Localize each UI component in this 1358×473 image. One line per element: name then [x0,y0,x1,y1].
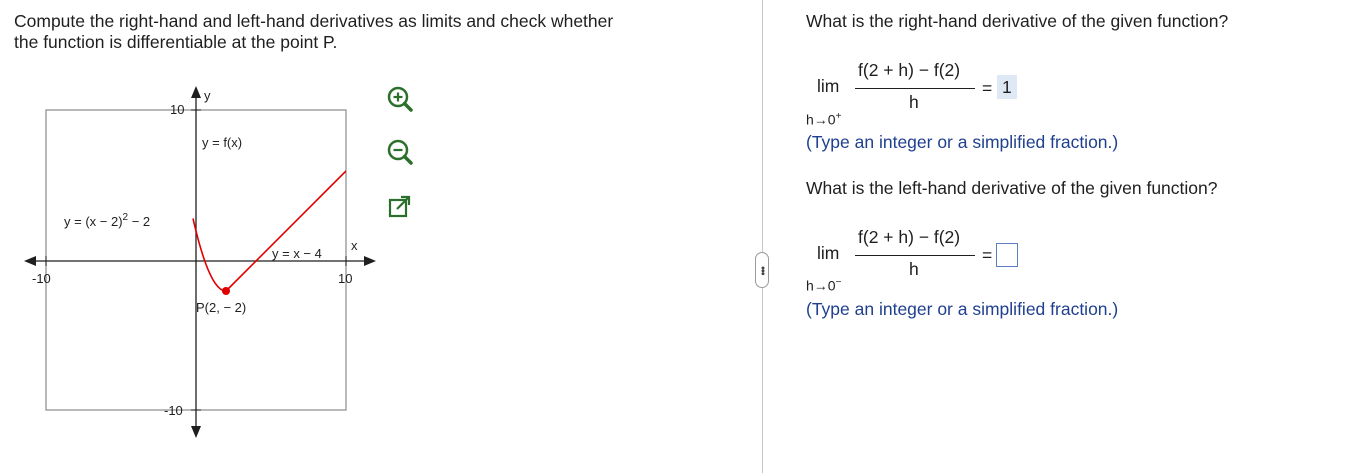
q2-limit-subscript: h→0− [806,277,842,294]
y-axis-label: y [204,88,211,103]
zoom-in-button[interactable] [384,83,416,115]
zoom-in-icon [387,86,413,112]
y-tick-label-max: 10 [170,102,184,117]
prompt-line-2: the function is differentiable at the po… [14,32,338,52]
y-axis-down-arrow [191,426,201,438]
point-p-marker [222,287,230,295]
question-right-hand: What is the right-hand derivative of the… [806,11,1229,31]
curve-label: y = f(x) [202,135,242,150]
q2-answer-input[interactable] [996,243,1018,267]
prompt-line-1: Compute the right-hand and left-hand der… [14,11,614,31]
q1-fraction-bar [855,88,975,89]
question-left-hand: What is the left-hand derivative of the … [806,178,1218,198]
q1-answer-field[interactable]: 1 [997,75,1017,99]
x-axis-left-arrow [24,256,36,266]
x-tick-label-min: -10 [32,271,51,286]
q2-equals: = [982,245,993,265]
parabola-label: y = (x − 2)2 − 2 [64,212,150,229]
x-tick-label-max: 10 [338,271,352,286]
zoom-out-icon [387,139,413,165]
y-tick-label-min: -10 [164,403,183,418]
problem-prompt: Compute the right-hand and left-hand der… [14,11,744,53]
q2-numerator: f(2 + h) − f(2) [858,227,961,247]
linear-curve [225,170,346,292]
q1-hint: (Type an integer or a simplified fractio… [806,132,1119,152]
q1-denominator: h [909,92,919,112]
y-axis-up-arrow [191,86,201,98]
line-label: y = x − 4 [272,246,322,261]
x-axis-label: x [351,238,358,253]
popout-button[interactable] [384,191,416,223]
point-p-label: P(2, − 2) [196,300,246,315]
x-axis-right-arrow [364,256,376,266]
q1-equals: = [982,78,993,98]
graph-svg: -10 10 10 -10 y x y = f(x) y = (x − 2)2 … [24,86,376,438]
q1-numerator: f(2 + h) − f(2) [858,60,961,80]
parabola-curve [192,218,227,292]
q2-lim: lim [817,243,840,263]
right-panel: What is the right-hand derivative of the… [763,0,1358,473]
q2-fraction-bar [855,255,975,256]
q2-hint: (Type an integer or a simplified fractio… [806,299,1119,319]
left-panel: Compute the right-hand and left-hand der… [0,0,762,473]
function-graph: -10 10 10 -10 y x y = f(x) y = (x − 2)2 … [22,80,382,450]
q2-denominator: h [909,259,919,279]
external-link-icon [388,195,411,218]
q1-lim: lim [817,76,840,96]
q1-limit-subscript: h→0+ [806,111,842,128]
zoom-out-button[interactable] [384,136,416,168]
